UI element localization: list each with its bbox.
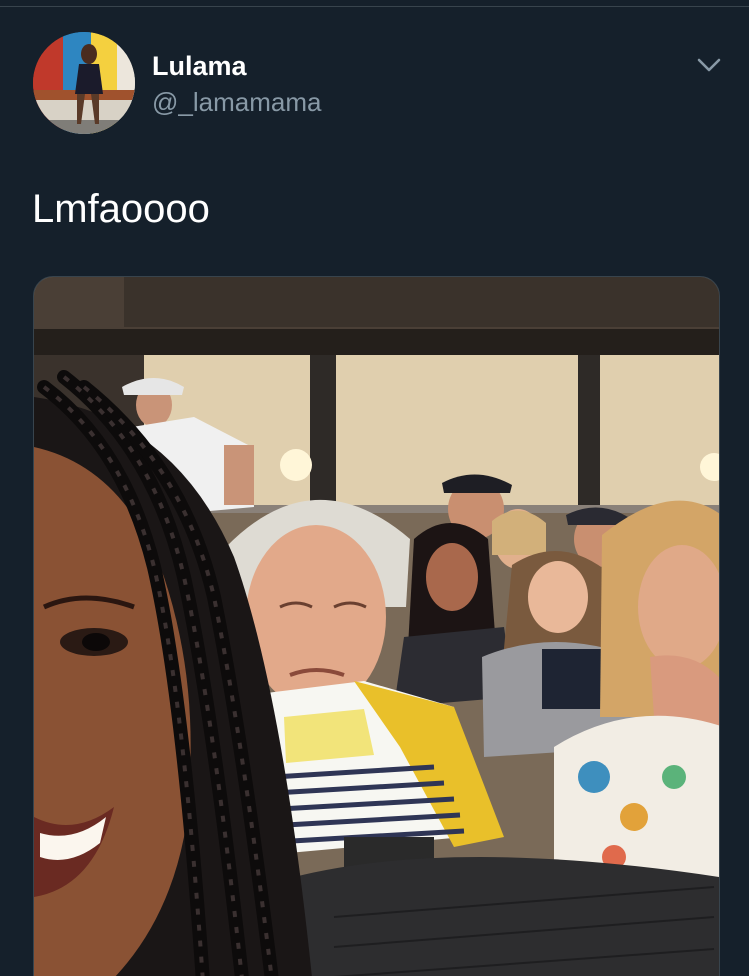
author-display-name[interactable]: Lulama xyxy=(152,48,247,84)
crowd-photo xyxy=(34,277,719,976)
divider xyxy=(0,6,749,7)
tweet-photo[interactable] xyxy=(33,276,720,976)
tweet-view: Lulama @_lamamama Lmfaoooo xyxy=(0,0,749,976)
author-handle[interactable]: @_lamamama xyxy=(152,85,321,119)
avatar-image xyxy=(33,32,135,134)
tweet-text: Lmfaoooo xyxy=(32,187,210,231)
chevron-down-icon[interactable] xyxy=(694,52,724,78)
author-avatar[interactable] xyxy=(33,32,135,134)
